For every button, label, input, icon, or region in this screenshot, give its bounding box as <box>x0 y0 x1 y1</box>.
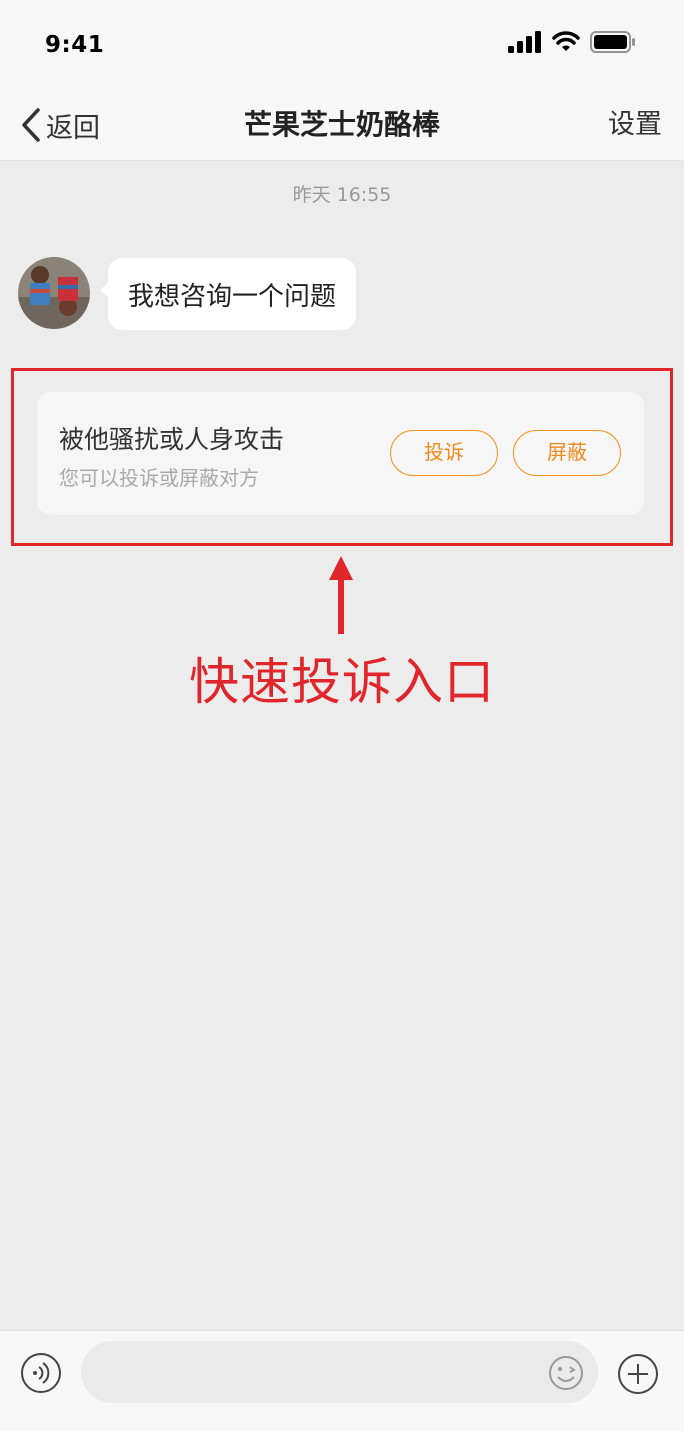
annotation-label: 快速投诉入口 <box>189 653 495 711</box>
plus-icon[interactable] <box>617 1353 659 1395</box>
voice-button[interactable] <box>21 1353 61 1393</box>
battery-icon <box>590 31 635 53</box>
report-button[interactable]: 投诉 <box>390 430 498 476</box>
status-bar: 9:41 <box>0 0 684 92</box>
voice-icon <box>33 1362 50 1384</box>
message-text: 我想咨询一个问题 <box>128 281 337 312</box>
settings-button[interactable]: 设置 <box>608 102 662 148</box>
signal-icon <box>508 31 541 53</box>
emoji-icon[interactable] <box>548 1355 584 1391</box>
report-card-subtitle: 您可以投诉或屏蔽对方 <box>59 466 259 490</box>
status-time: 9:41 <box>45 32 105 58</box>
block-button[interactable]: 屏蔽 <box>513 430 621 476</box>
report-card-title: 被他骚扰或人身攻击 <box>59 425 285 454</box>
nav-bar: 返回 芒果芝士奶酪棒 设置 <box>0 92 684 161</box>
status-icons <box>508 30 636 54</box>
message-timestamp: 昨天 16:55 <box>292 184 392 206</box>
annotation-arrow-icon <box>329 556 353 634</box>
message-input[interactable] <box>81 1341 598 1403</box>
message-bubble: 我想咨询一个问题 <box>99 258 357 330</box>
input-bar <box>0 1330 684 1431</box>
wifi-icon <box>552 31 580 51</box>
report-card: 被他骚扰或人身攻击 您可以投诉或屏蔽对方 投诉 屏蔽 <box>37 392 644 515</box>
avatar[interactable] <box>18 257 90 329</box>
page-title: 芒果芝士奶酪棒 <box>243 108 440 141</box>
